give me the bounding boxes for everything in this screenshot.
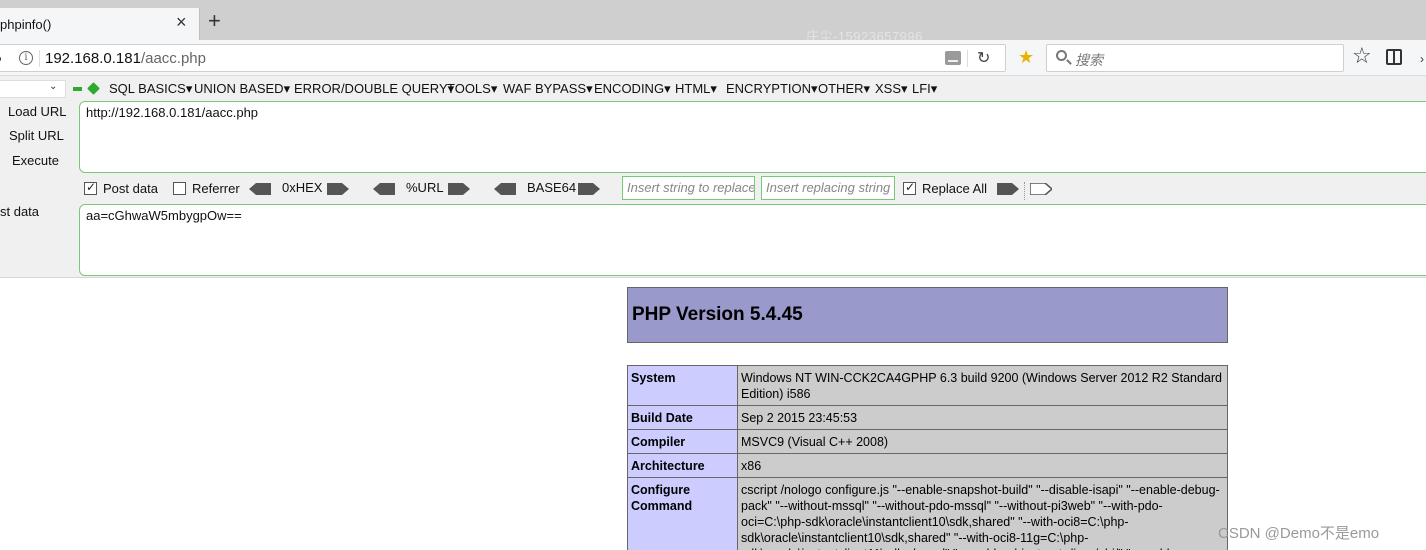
menu-error-double-query[interactable]: ERROR/DOUBLE QUERY▾	[294, 81, 454, 97]
csdn-watermark: CSDN @Demo不是emo	[1218, 525, 1380, 542]
menu-waf-bypass[interactable]: WAF BYPASS▾	[503, 81, 593, 97]
url-decode-arrow-icon[interactable]	[373, 183, 395, 195]
row-value: cscript /nologo configure.js "--enable-s…	[737, 477, 1228, 550]
row-key: Architecture	[627, 453, 738, 478]
row-value: MSVC9 (Visual C++ 2008)	[737, 429, 1228, 454]
post-data-textarea[interactable]: aa=cGhwaW5mbygpOw==	[79, 204, 1426, 276]
base64-decode-arrow-icon[interactable]	[494, 183, 516, 195]
execute-button[interactable]: Execute	[12, 153, 59, 168]
tab-strip: phpinfo() × + 庄尘-15923657996	[0, 0, 1426, 44]
extension-icon[interactable]	[945, 51, 961, 65]
replacing-string-input[interactable]: Insert replacing string	[761, 176, 895, 200]
close-icon[interactable]: ×	[176, 13, 187, 31]
replace-extra-arrow-icon[interactable]	[1030, 183, 1052, 195]
increase-icon[interactable]	[87, 82, 100, 95]
menu-html[interactable]: HTML▾	[675, 81, 717, 97]
url-textarea[interactable]: http://192.168.0.181/aacc.php	[79, 101, 1426, 173]
row-value: Windows NT WIN-CCK2CA4GPHP 6.3 build 920…	[737, 365, 1228, 406]
address-bar[interactable]: i 192.168.0.181/aacc.php ↻	[0, 44, 1006, 72]
menu-lfi[interactable]: LFI▾	[912, 81, 937, 97]
info-icon[interactable]: i	[19, 51, 33, 65]
menu-tools[interactable]: TOOLS▾	[447, 81, 497, 97]
row-key: Build Date	[627, 405, 738, 430]
menu-encoding[interactable]: ENCODING▾	[594, 81, 671, 97]
table-row: System Windows NT WIN-CCK2CA4GPHP 6.3 bu…	[627, 365, 1228, 406]
url-path: /aacc.php	[140, 50, 206, 67]
base64-label: BASE64	[527, 180, 577, 195]
hackbar-select[interactable]: ⌄	[0, 80, 66, 98]
reader-view-icon[interactable]	[1386, 49, 1402, 65]
row-key: System	[627, 365, 738, 406]
base64-encode-arrow-icon[interactable]	[578, 183, 600, 195]
referrer-label: Referrer	[192, 181, 240, 196]
php-info-table: System Windows NT WIN-CCK2CA4GPHP 6.3 bu…	[627, 365, 1228, 550]
bookmark-star-icon[interactable]: ☆	[1352, 44, 1372, 68]
reload-icon[interactable]: ↻	[977, 48, 990, 68]
row-value: x86	[737, 453, 1228, 478]
search-icon	[1056, 50, 1067, 61]
hex-decode-arrow-icon[interactable]	[249, 183, 271, 195]
load-url-button[interactable]: Load URL	[8, 104, 67, 119]
url-text[interactable]: 192.168.0.181/aacc.php	[45, 50, 206, 67]
post-data-checkbox[interactable]	[84, 180, 97, 195]
tab-phpinfo[interactable]: phpinfo() ×	[0, 8, 200, 40]
replace-all-label: Replace All	[922, 181, 988, 196]
row-key: Compiler	[627, 429, 738, 454]
menu-sql-basics[interactable]: SQL BASICS▾	[109, 81, 192, 97]
row-value: Sep 2 2015 23:45:53	[737, 405, 1228, 430]
back-dot-icon[interactable]	[0, 56, 1, 62]
decrease-icon[interactable]	[73, 87, 82, 91]
replace-all-checkbox[interactable]	[903, 180, 916, 195]
referrer-checkbox[interactable]	[173, 182, 186, 195]
table-row: Configure Command cscript /nologo config…	[627, 477, 1228, 550]
chevron-down-icon: ⌄	[49, 81, 58, 92]
hex-encode-arrow-icon[interactable]	[327, 183, 349, 195]
url-encode-arrow-icon[interactable]	[448, 183, 470, 195]
overflow-icon[interactable]: ›	[1420, 52, 1424, 66]
menu-other[interactable]: OTHER▾	[818, 81, 870, 97]
addon-icon[interactable]: ★	[1018, 47, 1034, 68]
post-data-label: Post data	[103, 181, 158, 196]
table-row: Architecture x86	[627, 453, 1228, 478]
divider	[967, 50, 968, 67]
search-input[interactable]: 搜索	[1046, 44, 1344, 72]
url-label: %URL	[406, 180, 444, 195]
menu-encryption[interactable]: ENCRYPTION▾	[726, 81, 818, 97]
split-url-button[interactable]: Split URL	[9, 128, 64, 143]
hex-label: 0xHEX	[282, 180, 323, 195]
search-placeholder: 搜索	[1075, 52, 1103, 68]
php-version-header: PHP Version 5.4.45	[627, 287, 1228, 343]
post-data-side-label: st data	[0, 204, 40, 219]
new-tab-button[interactable]: +	[208, 10, 221, 32]
tab-title: phpinfo()	[0, 17, 52, 32]
page-title: PHP Version 5.4.45	[632, 304, 803, 325]
menu-xss[interactable]: XSS▾	[875, 81, 908, 97]
replace-arrow-icon[interactable]	[997, 183, 1019, 195]
divider	[1024, 182, 1025, 200]
url-host: 192.168.0.181	[45, 50, 141, 67]
replace-string-input[interactable]: Insert string to replace	[622, 176, 755, 200]
row-key: Configure Command	[627, 477, 738, 550]
table-row: Build Date Sep 2 2015 23:45:53	[627, 405, 1228, 430]
table-row: Compiler MSVC9 (Visual C++ 2008)	[627, 429, 1228, 454]
divider	[39, 50, 40, 67]
menu-union-based[interactable]: UNION BASED▾	[194, 81, 290, 97]
hackbar: ⌄ SQL BASICS▾ UNION BASED▾ ERROR/DOUBLE …	[0, 76, 1426, 278]
